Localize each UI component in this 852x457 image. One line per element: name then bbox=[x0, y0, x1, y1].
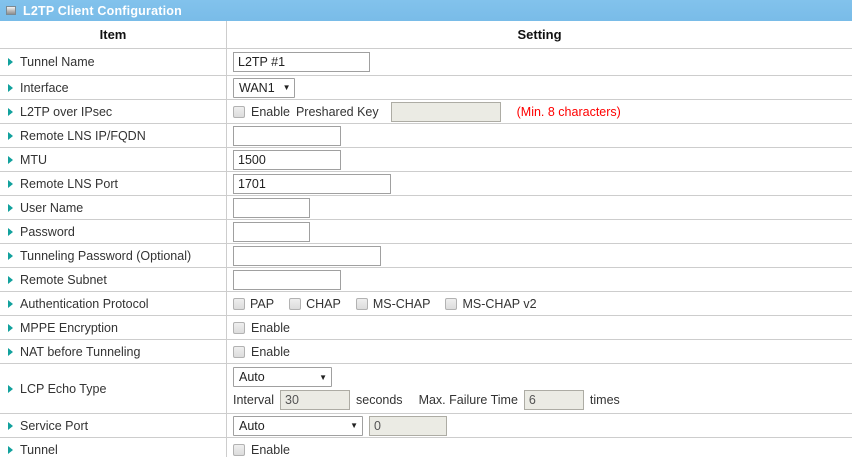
remote-subnet-input[interactable] bbox=[233, 270, 341, 290]
row-tunnel: Tunnel Enable bbox=[0, 438, 852, 457]
auth-protocol-label-mschapv2: MS-CHAP v2 bbox=[462, 297, 536, 311]
row-tunnel-name: Tunnel Name bbox=[0, 49, 852, 76]
mppe-enable-checkbox[interactable] bbox=[233, 322, 245, 334]
row-bullet-icon bbox=[8, 348, 13, 356]
password-input[interactable] bbox=[233, 222, 310, 242]
lcp-interval-label: Interval bbox=[233, 393, 274, 407]
l2tp-over-ipsec-label: L2TP over IPsec bbox=[20, 105, 112, 119]
auth-protocol-checkbox-pap[interactable] bbox=[233, 298, 245, 310]
mppe-encryption-label: MPPE Encryption bbox=[20, 321, 118, 335]
row-interface: Interface WAN1 ▼ bbox=[0, 76, 852, 100]
row-l2tp-over-ipsec: L2TP over IPsec Enable Preshared Key (Mi… bbox=[0, 100, 852, 124]
service-port-selected-value: Auto bbox=[239, 419, 265, 433]
lcp-failure-unit: times bbox=[590, 393, 620, 407]
row-nat-before-tunneling: NAT before Tunneling Enable bbox=[0, 340, 852, 364]
column-header-item: Item bbox=[0, 21, 227, 48]
row-bullet-icon bbox=[8, 156, 13, 164]
tunneling-password-label: Tunneling Password (Optional) bbox=[20, 249, 191, 263]
auth-protocol-checkbox-chap[interactable] bbox=[289, 298, 301, 310]
lcp-interval-input bbox=[280, 390, 350, 410]
remote-lns-port-input[interactable] bbox=[233, 174, 391, 194]
nat-enable-label: Enable bbox=[251, 345, 290, 359]
row-mtu: MTU bbox=[0, 148, 852, 172]
auth-protocol-checkbox-mschapv2[interactable] bbox=[445, 298, 457, 310]
chevron-down-icon: ▼ bbox=[283, 83, 291, 92]
tunnel-enable-checkbox[interactable] bbox=[233, 444, 245, 456]
remote-lns-port-label: Remote LNS Port bbox=[20, 177, 118, 191]
row-bullet-icon bbox=[8, 252, 13, 260]
service-port-label: Service Port bbox=[20, 419, 88, 433]
ipsec-enable-checkbox[interactable] bbox=[233, 106, 245, 118]
nat-enable-checkbox[interactable] bbox=[233, 346, 245, 358]
row-remote-subnet: Remote Subnet bbox=[0, 268, 852, 292]
tunnel-enable-label: Enable bbox=[251, 443, 290, 457]
tunneling-password-input[interactable] bbox=[233, 246, 381, 266]
row-bullet-icon bbox=[8, 385, 13, 393]
section-title-bar: L2TP Client Configuration bbox=[0, 0, 852, 21]
row-bullet-icon bbox=[8, 300, 13, 308]
preshared-key-hint: (Min. 8 characters) bbox=[517, 105, 621, 119]
mtu-label: MTU bbox=[20, 153, 47, 167]
authentication-protocol-label: Authentication Protocol bbox=[20, 297, 149, 311]
password-label: Password bbox=[20, 225, 75, 239]
row-bullet-icon bbox=[8, 180, 13, 188]
service-port-number-input bbox=[369, 416, 447, 436]
user-name-input[interactable] bbox=[233, 198, 310, 218]
remote-subnet-label: Remote Subnet bbox=[20, 273, 107, 287]
service-port-select[interactable]: Auto ▼ bbox=[233, 416, 363, 436]
tunnel-label: Tunnel bbox=[20, 443, 58, 457]
row-bullet-icon bbox=[8, 422, 13, 430]
chevron-down-icon: ▼ bbox=[319, 373, 327, 382]
preshared-key-input bbox=[391, 102, 501, 122]
lcp-interval-unit: seconds bbox=[356, 393, 403, 407]
ipsec-enable-label: Enable bbox=[251, 105, 290, 119]
row-bullet-icon bbox=[8, 108, 13, 116]
auth-protocol-checkbox-mschap[interactable] bbox=[356, 298, 368, 310]
row-user-name: User Name bbox=[0, 196, 852, 220]
row-password: Password bbox=[0, 220, 852, 244]
lcp-failure-input bbox=[524, 390, 584, 410]
row-bullet-icon bbox=[8, 84, 13, 92]
lcp-echo-type-select[interactable]: Auto ▼ bbox=[233, 367, 332, 387]
preshared-key-label: Preshared Key bbox=[296, 105, 379, 119]
row-bullet-icon bbox=[8, 276, 13, 284]
row-bullet-icon bbox=[8, 132, 13, 140]
row-remote-lns-port: Remote LNS Port bbox=[0, 172, 852, 196]
row-lcp-echo-type: LCP Echo Type Auto ▼ Interval seconds Ma… bbox=[0, 364, 852, 414]
row-service-port: Service Port Auto ▼ bbox=[0, 414, 852, 438]
row-bullet-icon bbox=[8, 58, 13, 66]
row-tunneling-password: Tunneling Password (Optional) bbox=[0, 244, 852, 268]
row-authentication-protocol: Authentication Protocol PAP CHAP MS-CHAP… bbox=[0, 292, 852, 316]
page-title: L2TP Client Configuration bbox=[23, 4, 182, 18]
auth-protocol-label-mschap: MS-CHAP bbox=[373, 297, 431, 311]
mtu-input[interactable] bbox=[233, 150, 341, 170]
tunnel-name-input[interactable] bbox=[233, 52, 370, 72]
lcp-echo-type-selected-value: Auto bbox=[239, 370, 265, 384]
tunnel-name-label: Tunnel Name bbox=[20, 55, 95, 69]
interface-label: Interface bbox=[20, 81, 69, 95]
auth-protocol-label-pap: PAP bbox=[250, 297, 274, 311]
interface-selected-value: WAN1 bbox=[239, 81, 275, 95]
row-bullet-icon bbox=[8, 228, 13, 236]
row-bullet-icon bbox=[8, 204, 13, 212]
row-bullet-icon bbox=[8, 446, 13, 454]
lcp-echo-type-label: LCP Echo Type bbox=[20, 382, 106, 396]
row-remote-lns-ip: Remote LNS IP/FQDN bbox=[0, 124, 852, 148]
remote-lns-ip-input[interactable] bbox=[233, 126, 341, 146]
lcp-failure-label: Max. Failure Time bbox=[419, 393, 518, 407]
l2tp-config-table: Item Setting Tunnel Name Interface WAN1 … bbox=[0, 21, 852, 457]
auth-protocol-label-chap: CHAP bbox=[306, 297, 341, 311]
row-bullet-icon bbox=[8, 324, 13, 332]
nat-before-tunneling-label: NAT before Tunneling bbox=[20, 345, 140, 359]
column-header-setting: Setting bbox=[227, 21, 852, 48]
remote-lns-ip-label: Remote LNS IP/FQDN bbox=[20, 129, 146, 143]
chevron-down-icon: ▼ bbox=[350, 421, 358, 430]
table-header-row: Item Setting bbox=[0, 21, 852, 49]
mppe-enable-label: Enable bbox=[251, 321, 290, 335]
section-collapse-icon[interactable] bbox=[6, 6, 16, 15]
interface-select[interactable]: WAN1 ▼ bbox=[233, 78, 295, 98]
row-mppe-encryption: MPPE Encryption Enable bbox=[0, 316, 852, 340]
user-name-label: User Name bbox=[20, 201, 83, 215]
